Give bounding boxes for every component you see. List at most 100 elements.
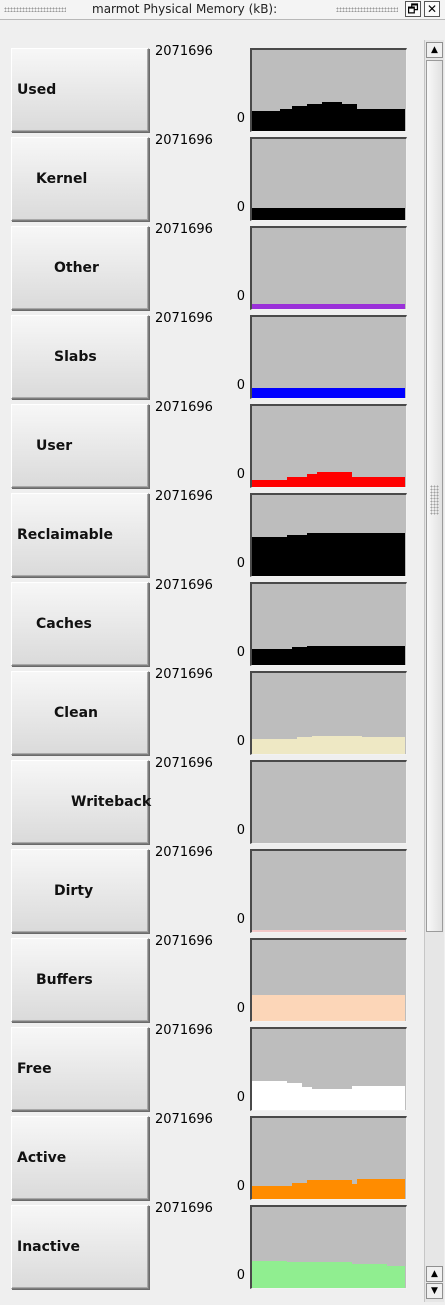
- max-value: 2071696: [155, 44, 213, 59]
- zero-value: 0: [236, 200, 245, 215]
- max-value: 2071696: [155, 222, 213, 237]
- close-button[interactable]: ✕: [424, 1, 440, 17]
- row-label: Clean: [54, 705, 98, 721]
- scrollbar-thumb[interactable]: [426, 60, 443, 932]
- zero-value: 0: [236, 111, 245, 126]
- thumb-grip: [430, 485, 439, 515]
- zero-value: 0: [236, 823, 245, 838]
- title-bar: marmot Physical Memory (kB): 🗗 ✕: [0, 0, 445, 20]
- zero-value: 0: [236, 734, 245, 749]
- usage-graph: [250, 582, 407, 666]
- row-label: Caches: [36, 616, 92, 632]
- reclaimable-button[interactable]: Reclaimable: [11, 493, 149, 577]
- writeback-button[interactable]: Writeback: [11, 760, 152, 844]
- usage-graph: [250, 1205, 407, 1289]
- memory-row-writeback: Writeback 2071696 0: [8, 756, 407, 845]
- caches-button[interactable]: Caches: [11, 582, 149, 666]
- max-value: 2071696: [155, 845, 213, 860]
- max-value: 2071696: [155, 667, 213, 682]
- row-label: User: [36, 438, 73, 454]
- row-label: Inactive: [17, 1239, 81, 1255]
- max-value: 2071696: [155, 311, 213, 326]
- memory-row-caches: Caches 2071696 0: [8, 578, 407, 667]
- memory-row-other: Other 2071696 0: [8, 222, 407, 311]
- zero-value: 0: [236, 467, 245, 482]
- max-value: 2071696: [155, 756, 213, 771]
- inactive-button[interactable]: Inactive: [11, 1205, 149, 1289]
- clean-button[interactable]: Clean: [11, 671, 149, 755]
- max-value: 2071696: [155, 400, 213, 415]
- free-button[interactable]: Free: [11, 1027, 149, 1111]
- memory-row-reclaimable: Reclaimable 2071696 0: [8, 489, 407, 578]
- usage-graph: [250, 493, 407, 577]
- row-label: Slabs: [54, 349, 97, 365]
- memory-row-user: User 2071696 0: [8, 400, 407, 489]
- scroll-up-button-lower[interactable]: ▲: [426, 1266, 443, 1282]
- zero-value: 0: [236, 645, 245, 660]
- row-label: Writeback: [71, 794, 152, 810]
- max-value: 2071696: [155, 934, 213, 949]
- user-button[interactable]: User: [11, 404, 149, 488]
- row-label: Buffers: [36, 972, 93, 988]
- row-label: Other: [54, 260, 99, 276]
- memory-row-buffers: Buffers 2071696 0: [8, 934, 407, 1023]
- usage-graph: [250, 849, 407, 933]
- slabs-button[interactable]: Slabs: [11, 315, 149, 399]
- close-icon: ✕: [426, 2, 438, 16]
- memory-row-kernel: Kernel 2071696 0: [8, 133, 407, 222]
- buffers-button[interactable]: Buffers: [11, 938, 149, 1022]
- usage-graph: [250, 315, 407, 399]
- max-value: 2071696: [155, 1112, 213, 1127]
- arrow-down-icon: ▼: [431, 1286, 438, 1296]
- used-button[interactable]: Used: [11, 48, 149, 132]
- titlebar-grip-right[interactable]: [336, 7, 398, 12]
- zero-value: 0: [236, 1001, 245, 1016]
- memory-row-active: Active 2071696 0: [8, 1112, 407, 1201]
- memory-row-clean: Clean 2071696 0: [8, 667, 407, 756]
- memory-row-used: Used 2071696 0: [8, 44, 407, 133]
- memory-row-dirty: Dirty 2071696 0: [8, 845, 407, 934]
- restore-button[interactable]: 🗗: [405, 1, 421, 17]
- titlebar-grip-left[interactable]: [4, 7, 66, 12]
- usage-graph: [250, 760, 407, 844]
- usage-graph: [250, 671, 407, 755]
- zero-value: 0: [236, 378, 245, 393]
- usage-graph: [250, 137, 407, 221]
- window-title: marmot Physical Memory (kB):: [92, 2, 278, 16]
- row-label: Used: [17, 82, 57, 98]
- usage-graph: [250, 404, 407, 488]
- arrow-up-icon: ▲: [431, 1269, 438, 1279]
- vertical-scrollbar[interactable]: ▲ ▲ ▼: [424, 40, 444, 1302]
- active-button[interactable]: Active: [11, 1116, 149, 1200]
- usage-graph: [250, 226, 407, 310]
- zero-value: 0: [236, 556, 245, 571]
- zero-value: 0: [236, 1179, 245, 1194]
- zero-value: 0: [236, 912, 245, 927]
- max-value: 2071696: [155, 133, 213, 148]
- max-value: 2071696: [155, 489, 213, 504]
- row-label: Active: [17, 1150, 67, 1166]
- dirty-button[interactable]: Dirty: [11, 849, 149, 933]
- usage-graph: [250, 1027, 407, 1111]
- memory-row-inactive: Inactive 2071696 0: [8, 1201, 407, 1290]
- arrow-up-icon: ▲: [431, 45, 438, 55]
- memory-row-slabs: Slabs 2071696 0: [8, 311, 407, 400]
- kernel-button[interactable]: Kernel: [11, 137, 149, 221]
- row-label: Free: [17, 1061, 52, 1077]
- max-value: 2071696: [155, 578, 213, 593]
- restore-icon: 🗗: [407, 2, 419, 16]
- scroll-up-button[interactable]: ▲: [426, 42, 443, 58]
- usage-graph: [250, 1116, 407, 1200]
- row-label: Kernel: [36, 171, 88, 187]
- row-label: Dirty: [54, 883, 94, 899]
- scroll-down-button[interactable]: ▼: [426, 1283, 443, 1299]
- max-value: 2071696: [155, 1023, 213, 1038]
- max-value: 2071696: [155, 1201, 213, 1216]
- memory-row-free: Free 2071696 0: [8, 1023, 407, 1112]
- usage-graph: [250, 48, 407, 132]
- other-button[interactable]: Other: [11, 226, 149, 310]
- zero-value: 0: [236, 289, 245, 304]
- zero-value: 0: [236, 1268, 245, 1283]
- row-label: Reclaimable: [17, 527, 113, 543]
- usage-graph: [250, 938, 407, 1022]
